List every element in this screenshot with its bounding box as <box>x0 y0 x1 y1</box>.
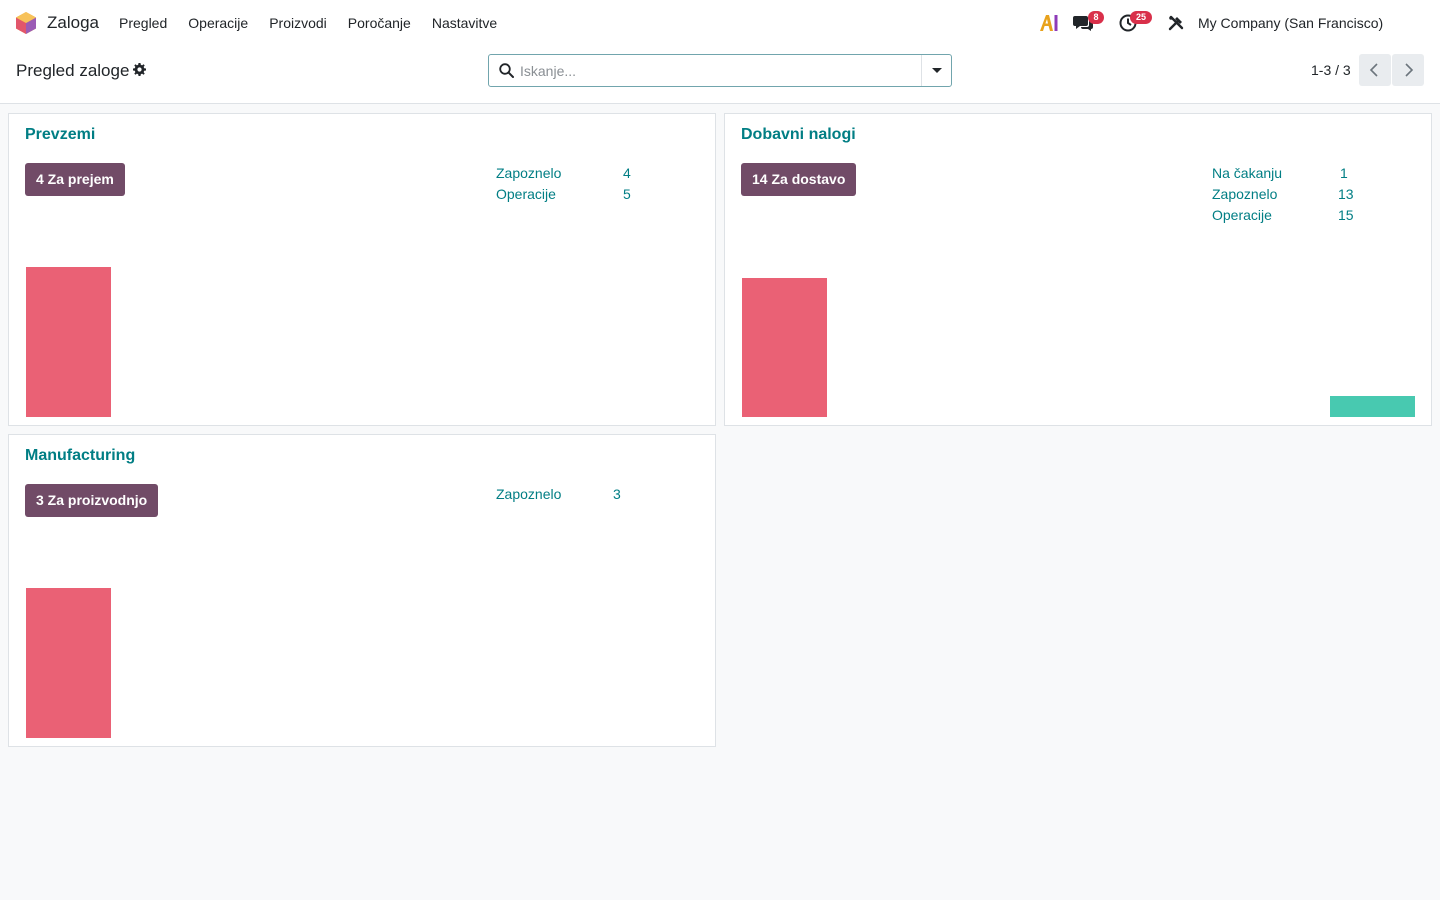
stat-value-operations[interactable]: 15 <box>1338 207 1354 223</box>
to-process-button[interactable]: 4 Za prejem <box>25 163 125 196</box>
top-navbar: Zaloga Pregled Operacije Proizvodi Poroč… <box>0 0 1440 46</box>
card-title[interactable]: Prevzemi <box>25 126 95 144</box>
stat-value-late[interactable]: 13 <box>1338 186 1354 202</box>
chat-badge: 8 <box>1088 11 1104 24</box>
stat-label-late[interactable]: Zapoznelo <box>496 486 561 502</box>
chevron-left-icon <box>1369 63 1378 77</box>
operation-card-receipts: Prevzemi 4 Za prejem Zapoznelo 4 Operaci… <box>8 113 716 426</box>
menu-item-nastavitve[interactable]: Nastavitve <box>432 15 497 31</box>
company-switcher[interactable]: My Company (San Francisco) <box>1198 15 1383 31</box>
tools-icon[interactable] <box>1168 15 1184 31</box>
stat-label-operations[interactable]: Operacije <box>496 186 556 202</box>
graph-bar-late[interactable] <box>26 267 111 417</box>
gear-icon[interactable] <box>133 63 146 76</box>
card-title[interactable]: Dobavni nalogi <box>741 126 856 144</box>
search-box <box>488 54 952 87</box>
search-options-toggle[interactable] <box>921 55 951 86</box>
app-logo-icon[interactable] <box>16 12 36 34</box>
graph-bar-future[interactable] <box>1330 396 1415 417</box>
ai-icon[interactable] <box>1039 14 1059 32</box>
card-title[interactable]: Manufacturing <box>25 447 135 465</box>
graph-bar-late[interactable] <box>742 278 827 417</box>
stat-value-late[interactable]: 4 <box>623 165 631 181</box>
to-process-button[interactable]: 14 Za dostavo <box>741 163 857 196</box>
caret-down-icon <box>932 68 942 73</box>
to-process-button[interactable]: 3 Za proizvodnjo <box>25 484 159 517</box>
menu-item-porocanje[interactable]: Poročanje <box>348 15 411 31</box>
pager-next-button[interactable] <box>1392 54 1424 86</box>
stat-label-late[interactable]: Zapoznelo <box>496 165 561 181</box>
stat-value-operations[interactable]: 5 <box>623 186 631 202</box>
menu-item-proizvodi[interactable]: Proizvodi <box>269 15 327 31</box>
main-menu: Pregled Operacije Proizvodi Poročanje Na… <box>119 15 518 31</box>
app-name[interactable]: Zaloga <box>47 13 99 33</box>
control-panel: Pregled zaloge 1-3 / 3 <box>0 46 1440 104</box>
menu-item-operacije[interactable]: Operacije <box>188 15 248 31</box>
activity-badge: 25 <box>1130 11 1152 24</box>
page-title: Pregled zaloge <box>16 61 130 80</box>
graph-bar-late[interactable] <box>26 588 111 738</box>
operation-card-delivery-orders: Dobavni nalogi 14 Za dostavo Na čakanju … <box>724 113 1432 426</box>
stat-label-waiting[interactable]: Na čakanju <box>1212 165 1282 181</box>
stat-value-waiting[interactable]: 1 <box>1340 165 1348 181</box>
stat-label-late[interactable]: Zapoznelo <box>1212 186 1277 202</box>
search-icon <box>499 63 514 78</box>
menu-item-pregled[interactable]: Pregled <box>119 15 167 31</box>
stat-label-operations[interactable]: Operacije <box>1212 207 1272 223</box>
search-input[interactable] <box>520 55 920 86</box>
operation-card-manufacturing: Manufacturing 3 Za proizvodnjo Zapoznelo… <box>8 434 716 747</box>
stat-value-late[interactable]: 3 <box>613 486 621 502</box>
pager-previous-button[interactable] <box>1359 54 1391 86</box>
pager-value[interactable]: 1-3 / 3 <box>1311 62 1351 78</box>
chevron-right-icon <box>1405 63 1414 77</box>
